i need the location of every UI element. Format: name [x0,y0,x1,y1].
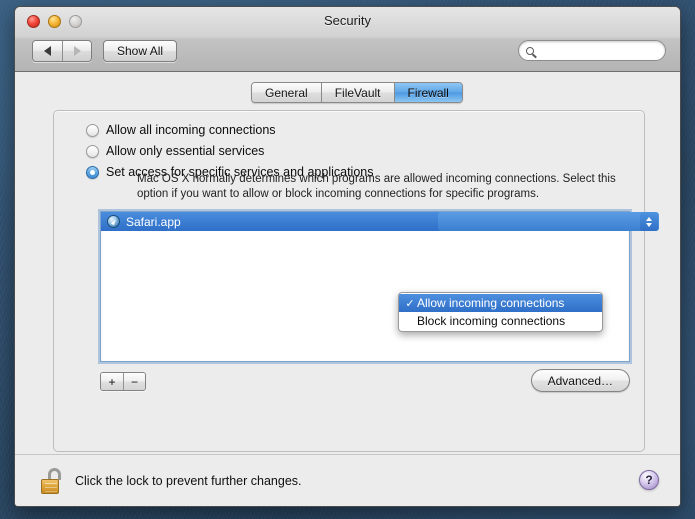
access-dropdown-menu: ✓ Allow incoming connections Block incom… [398,292,603,332]
search-icon [526,46,534,55]
window-titlebar: Security Show All [15,7,680,72]
back-arrow-icon [44,46,51,56]
tab-filevault[interactable]: FileVault [320,83,394,102]
window-title: Security [324,13,371,28]
radio-button-icon [86,123,99,137]
remove-application-button[interactable]: − [123,373,145,390]
menu-item-block-incoming[interactable]: Block incoming connections [399,312,602,330]
safari-compass-icon [107,215,120,228]
radio-allow-all-incoming[interactable]: Allow all incoming connections [86,123,276,137]
lock-bar: Click the lock to prevent further change… [15,454,680,506]
security-preferences-window: Security Show All General FileVault Fire… [14,6,681,507]
show-all-button[interactable]: Show All [103,40,178,62]
advanced-button[interactable]: Advanced… [530,369,630,392]
chevron-up-icon [646,216,652,221]
tab-firewall[interactable]: Firewall [393,83,462,102]
tab-general[interactable]: General [252,83,321,102]
add-remove-segmented-control: + − [100,372,146,391]
padlock-body [41,478,59,494]
search-input[interactable] [539,44,657,57]
menu-item-label: Block incoming connections [417,314,566,328]
radio-allow-essential-services[interactable]: Allow only essential services [86,144,264,158]
forward-arrow-icon [73,46,81,56]
menu-item-label: Allow incoming connections [417,296,565,310]
checkmark-icon: ✓ [405,297,415,310]
navigation-segmented-control [32,40,92,62]
lock-instruction-text: Click the lock to prevent further change… [75,473,302,488]
preference-tab-bar: General FileVault Firewall [251,82,463,103]
forward-button [62,41,91,61]
radio-label: Allow all incoming connections [106,123,276,137]
menu-item-allow-incoming[interactable]: ✓ Allow incoming connections [399,294,602,312]
radio-label: Allow only essential services [106,144,265,158]
chevron-down-icon [646,222,652,227]
app-name-label: Safari.app [126,214,181,229]
chevron-up-down-icon [640,212,658,231]
window-body: General FileVault Firewall Allow all inc… [15,72,680,506]
unlocked-padlock-icon[interactable] [41,467,63,494]
add-application-button[interactable]: + [101,373,123,390]
padlock-shackle [48,467,61,480]
help-button[interactable]: ? [639,470,659,490]
application-access-list[interactable]: Safari.app [100,211,659,362]
back-button[interactable] [33,41,62,61]
radio-button-selected-icon [86,165,99,179]
firewall-help-text: Mac OS X normally determines which progr… [137,173,616,200]
access-popup-button[interactable] [438,212,659,231]
firewall-settings-panel: Allow all incoming connections Allow onl… [53,110,659,452]
radio-button-icon [86,144,99,158]
search-field[interactable] [518,40,666,61]
table-row[interactable]: Safari.app [101,212,659,231]
